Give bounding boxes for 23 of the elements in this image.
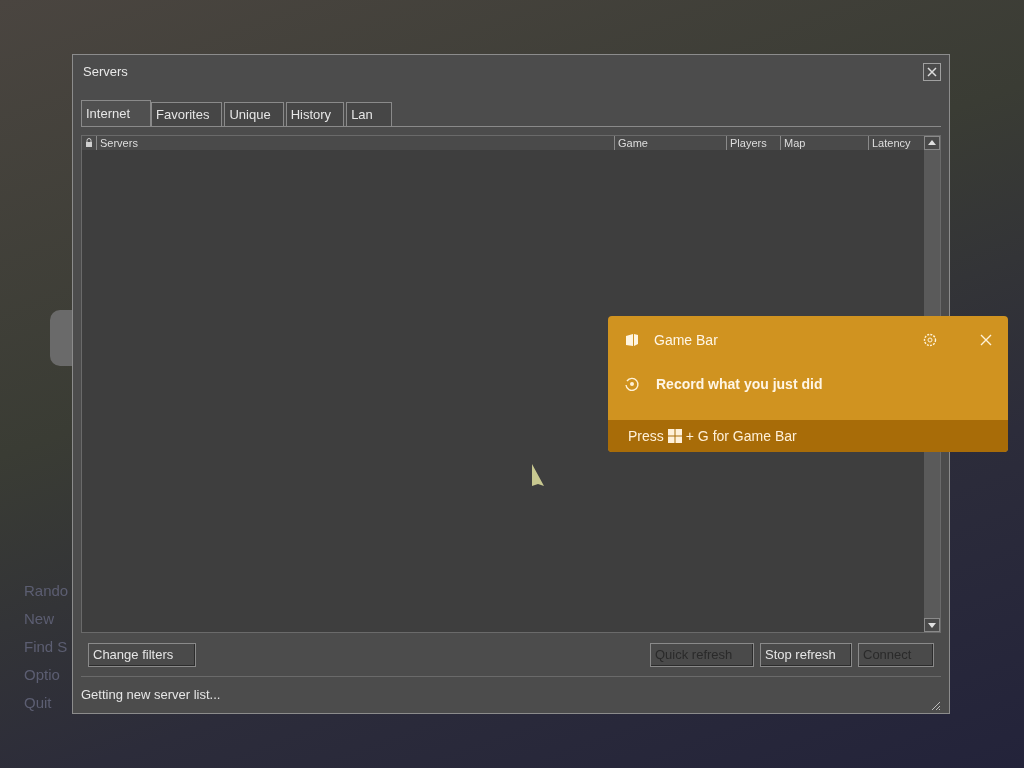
tab[interactable]: Lan: [346, 101, 393, 126]
tab[interactable]: History: [285, 101, 345, 126]
tab[interactable]: Internet: [81, 99, 151, 126]
column-header[interactable]: Map: [780, 135, 868, 150]
scroll-up-icon[interactable]: [924, 135, 940, 150]
column-header[interactable]: Game: [614, 135, 726, 150]
toast-title: Game Bar: [654, 330, 718, 350]
tab[interactable]: Favorites: [151, 101, 223, 126]
dialog-button[interactable]: Stop refresh: [760, 642, 852, 667]
scroll-down-icon[interactable]: [924, 618, 940, 633]
column-header[interactable]: Latency: [868, 135, 922, 150]
tab[interactable]: Unique: [224, 101, 284, 126]
hint-text: Press: [628, 426, 664, 446]
dialog-button[interactable]: Change filters: [88, 642, 196, 667]
game-bar-icon: [624, 333, 640, 347]
column-header[interactable]: Players: [726, 135, 780, 150]
status-text: Getting new server list...: [81, 686, 221, 705]
window-title: Servers: [83, 63, 128, 82]
column-header[interactable]: Servers: [96, 135, 614, 150]
record-icon: [624, 376, 640, 392]
resize-grip-icon[interactable]: [929, 699, 941, 711]
hint-text: + G for Game Bar: [685, 426, 797, 446]
windows-logo-icon: [667, 429, 682, 443]
